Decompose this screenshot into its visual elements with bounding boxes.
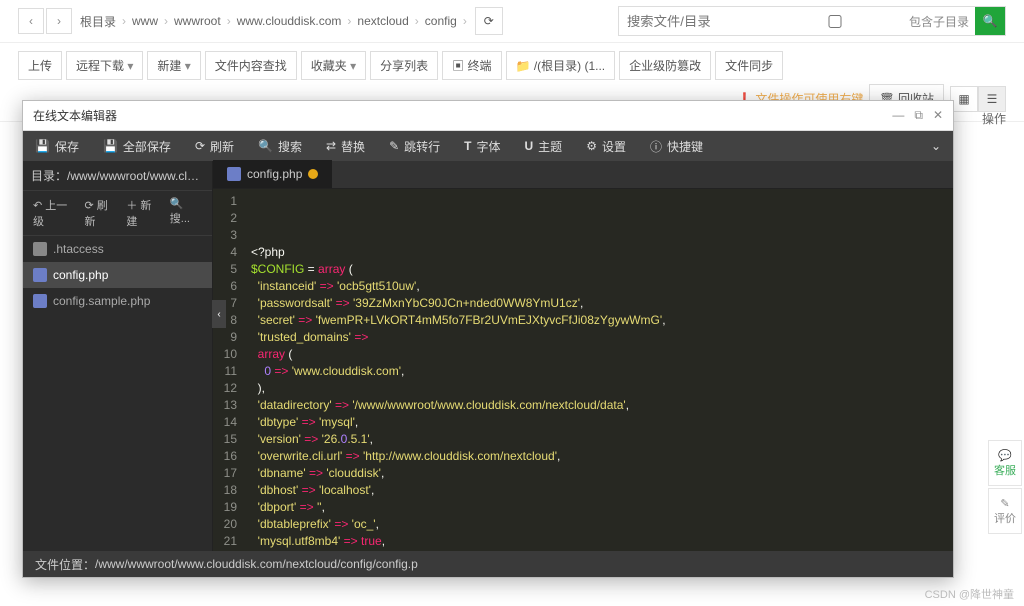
breadcrumb-refresh-button[interactable]: ⟳ [475,7,503,35]
list-view-button[interactable]: ☰ [978,86,1006,112]
file-list-item[interactable]: .htaccess [23,236,212,262]
code-line[interactable]: 'mysql.utf8mb4' => true, [251,533,953,550]
file-list-item[interactable]: config.sample.php [23,288,212,314]
dock-rate[interactable]: ✎评价 [988,488,1022,534]
code-line[interactable]: 'instanceid' => 'ocb5gtt510uw', [251,278,953,295]
code-line[interactable]: 0 => 'www.clouddisk.com', [251,363,953,380]
maximize-icon[interactable]: ⧉ [914,108,923,123]
menu-goto[interactable]: ✎ 跳转行 [377,131,452,161]
menu-settings[interactable]: ⚙ 设置 [574,131,638,161]
code-line[interactable]: 'datadirectory' => '/www/wwwroot/www.clo… [251,397,953,414]
menu-shortcut[interactable]: ⓘ 快捷键 [638,131,715,161]
operations-column-header: 操作 [982,110,1006,127]
breadcrumb-item[interactable]: www.clouddisk.com [237,14,342,28]
menu-search[interactable]: 🔍 搜索 [246,131,314,161]
code-line[interactable]: $CONFIG = array ( [251,261,953,278]
php-file-icon [33,294,47,308]
anti-tamper-button[interactable]: 企业级防篡改 [619,51,711,80]
sidebar-search-button[interactable]: 🔍 搜... [166,195,206,231]
search-button[interactable]: 🔍 [975,7,1005,35]
text-editor-modal: 在线文本编辑器 — ⧉ ✕ 💾 保存 💾 全部保存 ⟳ 刷新 🔍 搜索 ⇄ 替换… [22,100,954,578]
filesync-button[interactable]: 文件同步 [715,51,783,80]
php-file-icon [227,167,241,181]
terminal-button[interactable]: ▣ 终端 [442,51,501,80]
editor-statusbar: 文件位置：/www/wwwroot/www.clouddisk.com/next… [23,551,953,577]
breadcrumb-item[interactable]: wwwroot [174,14,221,28]
code-line[interactable]: array ( [251,346,953,363]
find-content-button[interactable]: 文件内容查找 [205,51,297,80]
breadcrumb-item[interactable]: 根目录 [80,13,116,30]
code-line[interactable]: ), [251,380,953,397]
watermark: CSDN @降世神童 [925,586,1014,602]
code-line[interactable]: 'dbhost' => 'localhost', [251,482,953,499]
prev-pane-toggle[interactable]: ‹ [212,300,226,328]
nav-back-button[interactable]: ‹ [18,8,44,34]
breadcrumb-item[interactable]: www [132,14,158,28]
sidebar-dir-label: 目录：/www/wwwroot/www.clouddisk... [23,161,212,191]
menu-collapse-icon[interactable]: ⌄ [919,139,953,153]
grid-view-button[interactable]: ▦ [950,86,978,112]
nav-forward-button[interactable]: › [46,8,72,34]
code-line[interactable]: 'version' => '26.0.5.1', [251,431,953,448]
file-list-item[interactable]: config.php [23,262,212,288]
code-line[interactable]: 'dbport' => '', [251,499,953,516]
favorites-button[interactable]: 收藏夹 [301,51,366,80]
remote-download-button[interactable]: 远程下载 [66,51,143,80]
editor-title: 在线文本编辑器 [33,107,117,124]
menu-replace[interactable]: ⇄ 替换 [314,131,377,161]
breadcrumb-item[interactable]: config [425,14,457,28]
sidebar-refresh-button[interactable]: ⟳ 刷新 [80,195,118,231]
code-line[interactable]: 'secret' => 'fwemPR+LVkORT4mM5fo7FBr2UVm… [251,312,953,329]
code-line[interactable]: 'dbtableprefix' => 'oc_', [251,516,953,533]
dock-customer-service[interactable]: 💬客服 [988,440,1022,486]
menu-font[interactable]: T 字体 [452,131,512,161]
code-line[interactable]: 'dbname' => 'clouddisk', [251,465,953,482]
code-line[interactable]: 'passwordsalt' => '39ZzMxnYbC90JCn+nded0… [251,295,953,312]
menu-save[interactable]: 💾 保存 [23,131,91,161]
code-line[interactable]: 'overwrite.cli.url' => 'http://www.cloud… [251,448,953,465]
breadcrumb: 根目录› www› wwwroot› www.clouddisk.com› ne… [80,13,467,30]
share-list-button[interactable]: 分享列表 [370,51,438,80]
sidebar-up-button[interactable]: ↶ 上一级 [29,195,76,231]
close-icon[interactable]: ✕ [933,108,943,123]
menu-refresh[interactable]: ⟳ 刷新 [183,131,246,161]
code-line[interactable]: 'trusted_domains' => [251,329,953,346]
php-file-icon [33,268,47,282]
upload-button[interactable]: 上传 [18,51,62,80]
search-input[interactable] [619,9,759,34]
minimize-icon[interactable]: — [892,108,904,123]
sidebar-new-button[interactable]: ＋ 新建 [122,195,161,231]
code-line[interactable]: 'dbtype' => 'mysql', [251,414,953,431]
unsaved-indicator-icon [308,169,318,179]
code-line[interactable]: <?php [251,244,953,261]
breadcrumb-item[interactable]: nextcloud [357,14,408,28]
rootdir-button[interactable]: 📁 /(根目录) (1... [506,51,616,80]
text-file-icon [33,242,47,256]
menu-save-all[interactable]: 💾 全部保存 [91,131,183,161]
include-subdir-checkbox[interactable]: 包含子目录 [765,13,969,30]
new-button[interactable]: 新建 [147,51,200,80]
menu-theme[interactable]: U 主题 [513,131,575,161]
file-tab[interactable]: config.php [213,160,332,188]
code-line[interactable]: 'dbuser' => 'clouddisk', [251,550,953,551]
